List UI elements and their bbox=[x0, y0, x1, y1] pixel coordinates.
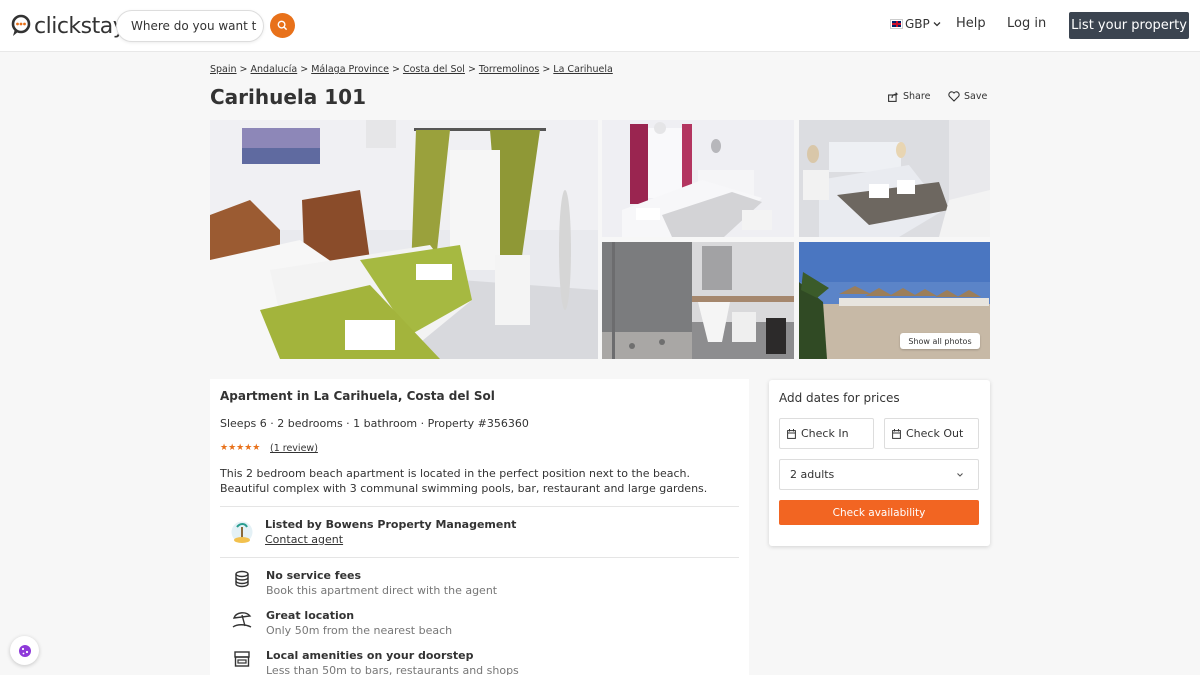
guests-select[interactable]: 2 adults bbox=[779, 459, 979, 490]
search-button[interactable] bbox=[270, 13, 295, 38]
search-icon bbox=[277, 20, 288, 31]
shop-icon bbox=[234, 651, 250, 667]
share-label: Share bbox=[903, 91, 931, 102]
cookie-icon bbox=[18, 644, 31, 657]
uk-flag-icon bbox=[890, 19, 903, 29]
listing-meta: Sleeps 6 · 2 bedrooms · 1 bathroom · Pro… bbox=[220, 417, 529, 430]
search-input[interactable] bbox=[117, 11, 257, 41]
listing-details: Apartment in La Carihuela, Costa del Sol… bbox=[210, 379, 749, 675]
check-availability-button[interactable]: Check availability bbox=[779, 500, 979, 525]
save-label: Save bbox=[964, 91, 988, 102]
agent-name: Listed by Bowens Property Management bbox=[265, 518, 517, 531]
share-button[interactable]: Share bbox=[888, 91, 930, 102]
breadcrumb-costa-del-sol[interactable]: Costa del Sol bbox=[403, 64, 465, 75]
save-button[interactable]: Save bbox=[948, 91, 987, 102]
beach-umbrella-icon bbox=[232, 612, 252, 628]
listing-description: This 2 bedroom beach apartment is locate… bbox=[220, 467, 708, 495]
search-box[interactable] bbox=[116, 10, 264, 42]
check-out-label: Check Out bbox=[906, 427, 964, 440]
site-header: clickstay GBP Help Log in List your prop… bbox=[0, 0, 1200, 52]
breadcrumb-spain[interactable]: Spain bbox=[210, 64, 237, 75]
logo-text: clickstay bbox=[34, 13, 126, 39]
booking-title: Add dates for prices bbox=[779, 391, 900, 405]
breadcrumb-malaga-province[interactable]: Málaga Province bbox=[311, 64, 389, 75]
page-title: Carihuela 101 bbox=[210, 85, 366, 109]
breadcrumb-torremolinos[interactable]: Torremolinos bbox=[479, 64, 539, 75]
divider bbox=[220, 557, 739, 558]
heart-icon bbox=[948, 91, 960, 102]
feature-subtitle: Book this apartment direct with the agen… bbox=[266, 584, 498, 597]
help-link[interactable]: Help bbox=[956, 16, 986, 31]
currency-label: GBP bbox=[905, 17, 930, 31]
check-in-label: Check In bbox=[801, 427, 849, 440]
clickstay-logo[interactable]: clickstay bbox=[10, 12, 126, 40]
calendar-icon bbox=[787, 428, 796, 439]
feature-subtitle: Only 50m from the nearest beach bbox=[266, 624, 453, 637]
share-icon bbox=[888, 91, 899, 102]
logo-icon bbox=[11, 14, 31, 36]
breadcrumb-andalucia[interactable]: Andalucía bbox=[251, 64, 298, 75]
chevron-down-icon bbox=[933, 22, 941, 27]
feature-title: No service fees bbox=[266, 569, 362, 582]
photo-main-bedroom[interactable] bbox=[210, 120, 598, 359]
review-link[interactable]: (1 review) bbox=[270, 443, 318, 454]
guests-value: 2 adults bbox=[790, 468, 835, 481]
contact-agent-link[interactable]: Contact agent bbox=[265, 533, 343, 546]
show-all-photos-button[interactable]: Show all photos bbox=[900, 333, 980, 349]
photo-bedroom-2[interactable] bbox=[602, 120, 794, 237]
coins-icon bbox=[235, 570, 249, 588]
breadcrumb-la-carihuela[interactable]: La Carihuela bbox=[553, 64, 612, 75]
photo-bathroom[interactable] bbox=[602, 242, 794, 359]
booking-widget: Add dates for prices Check In Check Out … bbox=[769, 380, 990, 546]
listing-heading: Apartment in La Carihuela, Costa del Sol bbox=[220, 389, 495, 403]
login-link[interactable]: Log in bbox=[1007, 16, 1046, 31]
agent-logo bbox=[231, 521, 253, 543]
feature-title: Great location bbox=[266, 609, 355, 622]
check-out-field[interactable]: Check Out bbox=[884, 418, 979, 449]
feature-title: Local amenities on your doorstep bbox=[266, 649, 474, 662]
check-in-field[interactable]: Check In bbox=[779, 418, 874, 449]
chevron-down-icon bbox=[957, 473, 963, 477]
cookie-settings-button[interactable] bbox=[10, 636, 39, 665]
divider bbox=[220, 506, 739, 507]
breadcrumb: Spain > Andalucía > Málaga Province > Costa de… bbox=[210, 64, 613, 75]
feature-subtitle: Less than 50m to bars, restaurants and s… bbox=[266, 664, 519, 675]
list-property-button[interactable]: List your property bbox=[1069, 12, 1189, 39]
photo-bedroom-3[interactable] bbox=[799, 120, 990, 237]
calendar-icon bbox=[892, 428, 901, 439]
currency-selector[interactable]: GBP bbox=[890, 17, 941, 31]
rating-stars: ★★★★★ bbox=[220, 443, 261, 453]
